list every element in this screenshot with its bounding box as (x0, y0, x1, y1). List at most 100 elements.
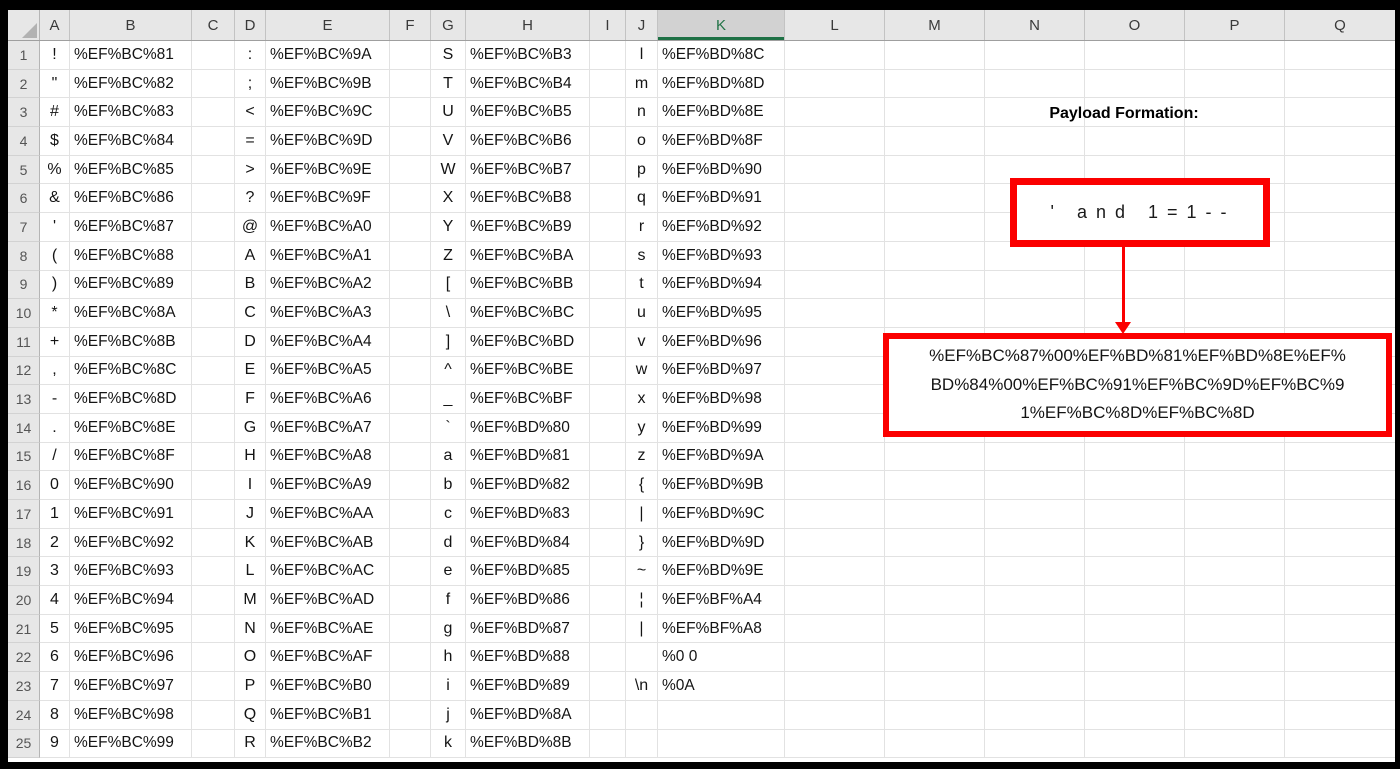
cell-J4[interactable]: o (626, 127, 658, 156)
cell-L12[interactable] (785, 356, 885, 386)
cell-G6[interactable]: X (431, 184, 466, 214)
cell-J15[interactable]: z (626, 442, 658, 472)
cell-C24[interactable] (192, 700, 235, 730)
cell-E20[interactable]: %EF%BC%AD (266, 586, 390, 615)
cell-A20[interactable]: 4 (40, 586, 70, 615)
cell-C15[interactable] (192, 442, 235, 472)
cell-D16[interactable]: I (235, 471, 266, 500)
column-header-N[interactable]: N (985, 10, 1085, 40)
cell-F10[interactable] (390, 299, 431, 328)
cell-N5[interactable] (985, 155, 1085, 185)
cell-C16[interactable] (192, 471, 235, 500)
cell-F9[interactable] (390, 270, 431, 300)
column-header-G[interactable]: G (431, 10, 466, 40)
cell-K1[interactable]: %EF%BD%8C (658, 41, 785, 70)
cell-K19[interactable]: %EF%BD%9E (658, 557, 785, 587)
cell-H10[interactable]: %EF%BC%BC (466, 299, 590, 328)
cell-H22[interactable]: %EF%BD%88 (466, 643, 590, 673)
cell-O20[interactable] (1085, 586, 1185, 615)
cell-M25[interactable] (885, 729, 985, 759)
cell-Q13[interactable] (1285, 385, 1395, 414)
cell-A6[interactable]: & (40, 184, 70, 214)
cell-J21[interactable]: | (626, 614, 658, 644)
cell-K10[interactable]: %EF%BD%95 (658, 299, 785, 328)
cell-I2[interactable] (590, 69, 626, 99)
cell-L9[interactable] (785, 270, 885, 300)
cell-M18[interactable] (885, 528, 985, 558)
cell-L4[interactable] (785, 127, 885, 156)
cell-N17[interactable] (985, 500, 1085, 529)
cell-O8[interactable] (1085, 241, 1185, 271)
cell-J16[interactable]: { (626, 471, 658, 500)
cell-I22[interactable] (590, 643, 626, 673)
cell-B24[interactable]: %EF%BC%98 (70, 700, 192, 730)
cell-N9[interactable] (985, 270, 1085, 300)
cell-H15[interactable]: %EF%BD%81 (466, 442, 590, 472)
cell-O21[interactable] (1085, 614, 1185, 644)
cell-M14[interactable] (885, 413, 985, 443)
cell-Q22[interactable] (1285, 643, 1395, 673)
cell-D13[interactable]: F (235, 385, 266, 414)
cell-Q21[interactable] (1285, 614, 1395, 644)
cell-K22[interactable]: %0 0 (658, 643, 785, 673)
cell-B23[interactable]: %EF%BC%97 (70, 672, 192, 701)
cell-J9[interactable]: t (626, 270, 658, 300)
cell-A9[interactable]: ) (40, 270, 70, 300)
row-number-4[interactable]: 4 (8, 127, 40, 156)
cell-N15[interactable] (985, 442, 1085, 472)
cell-E6[interactable]: %EF%BC%9F (266, 184, 390, 214)
row-number-6[interactable]: 6 (8, 184, 40, 214)
cell-C3[interactable] (192, 98, 235, 128)
cell-A25[interactable]: 9 (40, 729, 70, 759)
cell-K14[interactable]: %EF%BD%99 (658, 413, 785, 443)
cell-J14[interactable]: y (626, 413, 658, 443)
cell-P9[interactable] (1185, 270, 1285, 300)
cell-C9[interactable] (192, 270, 235, 300)
row-number-16[interactable]: 16 (8, 471, 40, 500)
cell-Q10[interactable] (1285, 299, 1395, 328)
cell-O23[interactable] (1085, 672, 1185, 701)
cell-F15[interactable] (390, 442, 431, 472)
cell-G16[interactable]: b (431, 471, 466, 500)
cell-H4[interactable]: %EF%BC%B6 (466, 127, 590, 156)
cell-Q16[interactable] (1285, 471, 1395, 500)
column-header-L[interactable]: L (785, 10, 885, 40)
cell-A14[interactable]: . (40, 413, 70, 443)
cell-O11[interactable] (1085, 327, 1185, 357)
cell-E7[interactable]: %EF%BC%A0 (266, 213, 390, 242)
cell-E4[interactable]: %EF%BC%9D (266, 127, 390, 156)
cell-P24[interactable] (1185, 700, 1285, 730)
row-number-11[interactable]: 11 (8, 327, 40, 357)
cell-I19[interactable] (590, 557, 626, 587)
cell-K15[interactable]: %EF%BD%9A (658, 442, 785, 472)
row-number-20[interactable]: 20 (8, 586, 40, 615)
cell-P16[interactable] (1185, 471, 1285, 500)
cell-H2[interactable]: %EF%BC%B4 (466, 69, 590, 99)
cell-P3[interactable] (1185, 98, 1285, 128)
cell-G9[interactable]: [ (431, 270, 466, 300)
cell-L19[interactable] (785, 557, 885, 587)
cell-Q14[interactable] (1285, 413, 1395, 443)
cell-G19[interactable]: e (431, 557, 466, 587)
cell-O18[interactable] (1085, 528, 1185, 558)
cell-C21[interactable] (192, 614, 235, 644)
cell-F20[interactable] (390, 586, 431, 615)
cell-F8[interactable] (390, 241, 431, 271)
cell-F21[interactable] (390, 614, 431, 644)
cell-N22[interactable] (985, 643, 1085, 673)
cell-L25[interactable] (785, 729, 885, 759)
cell-M15[interactable] (885, 442, 985, 472)
cell-D7[interactable]: @ (235, 213, 266, 242)
cell-C11[interactable] (192, 327, 235, 357)
cell-H20[interactable]: %EF%BD%86 (466, 586, 590, 615)
cell-C17[interactable] (192, 500, 235, 529)
cell-C18[interactable] (192, 528, 235, 558)
cell-D17[interactable]: J (235, 500, 266, 529)
cell-D1[interactable]: : (235, 41, 266, 70)
cell-A1[interactable]: ! (40, 41, 70, 70)
cell-F5[interactable] (390, 155, 431, 185)
cell-E1[interactable]: %EF%BC%9A (266, 41, 390, 70)
cell-Q17[interactable] (1285, 500, 1395, 529)
row-number-22[interactable]: 22 (8, 643, 40, 673)
cell-H8[interactable]: %EF%BC%BA (466, 241, 590, 271)
